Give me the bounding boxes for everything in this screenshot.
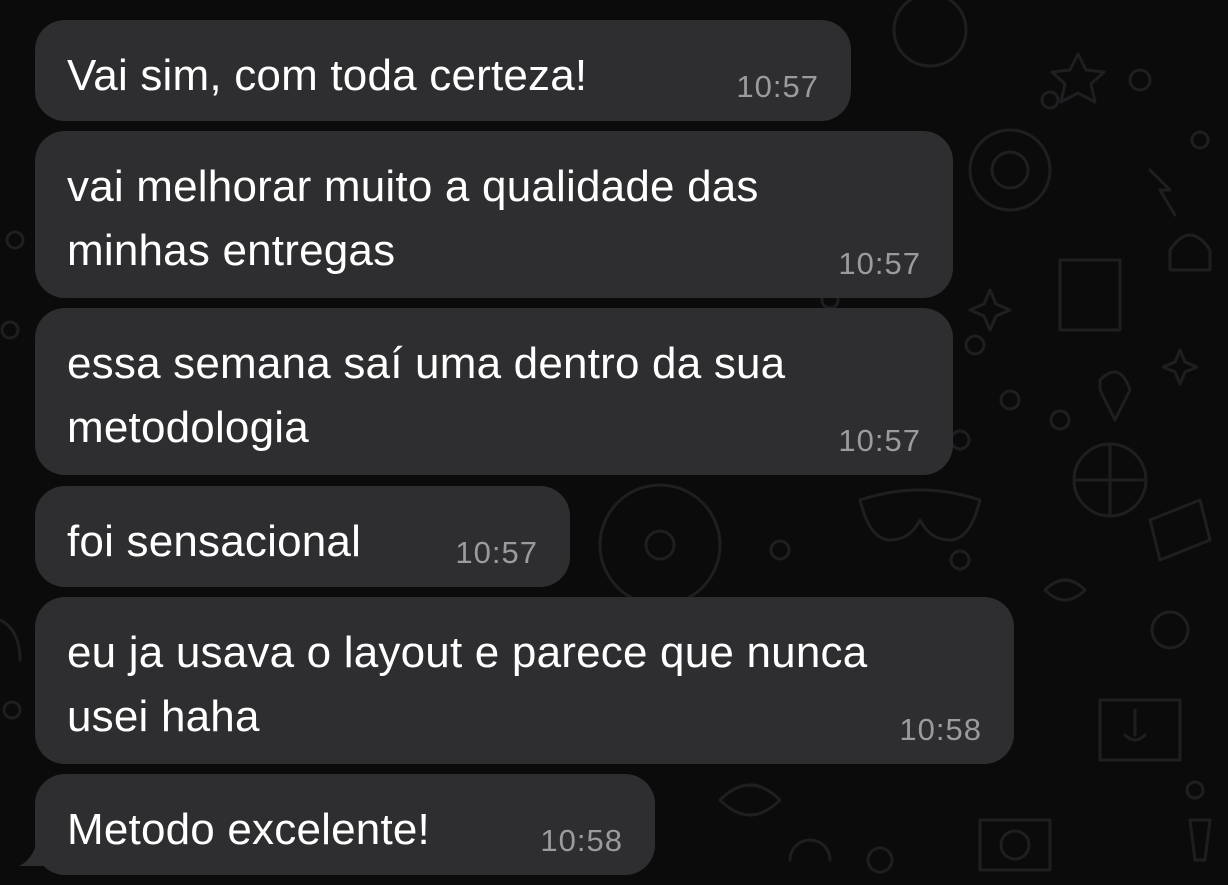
message-bubble[interactable]: Metodo excelente! 10:58 <box>35 774 655 875</box>
message-text: vai melhorar muito a qualidade das minha… <box>67 162 759 275</box>
message-text: Vai sim, com toda certeza! <box>67 51 588 100</box>
message-bubble[interactable]: foi sensacional 10:57 <box>35 486 570 587</box>
message-timestamp: 10:57 <box>838 423 921 458</box>
message-timestamp: 10:57 <box>455 535 538 570</box>
message-bubble[interactable]: essa semana saí uma dentro da sua metodo… <box>35 308 953 475</box>
message-bubble[interactable]: vai melhorar muito a qualidade das minha… <box>35 131 953 298</box>
message-timestamp: 10:57 <box>838 246 921 281</box>
message-timestamp: 10:58 <box>899 712 982 747</box>
message-bubble[interactable]: Vai sim, com toda certeza! 10:57 <box>35 20 851 121</box>
message-list: Vai sim, com toda certeza! 10:57 vai mel… <box>0 0 1228 885</box>
message-text: essa semana saí uma dentro da sua metodo… <box>67 339 786 452</box>
message-bubble[interactable]: eu ja usava o layout e parece que nunca … <box>35 597 1014 764</box>
message-timestamp: 10:57 <box>736 69 819 104</box>
message-text: eu ja usava o layout e parece que nunca … <box>67 628 868 741</box>
message-timestamp: 10:58 <box>540 823 623 858</box>
